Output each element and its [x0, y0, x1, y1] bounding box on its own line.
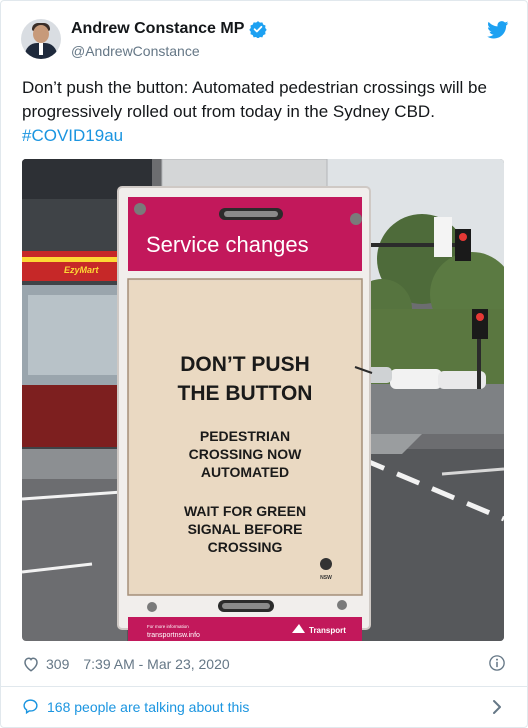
sign-instruction-2: SIGNAL BEFORE	[188, 521, 303, 537]
sign-notice-3: AUTOMATED	[201, 464, 289, 480]
sign-headline-1: DON’T PUSH	[180, 353, 310, 376]
author-name[interactable]: Andrew Constance MP	[71, 20, 244, 38]
sign-instruction-3: CROSSING	[208, 539, 283, 555]
sign-headline-2: THE BUTTON	[178, 382, 313, 405]
avatar[interactable]	[21, 19, 61, 59]
sign-instruction-1: WAIT FOR GREEN	[184, 503, 306, 519]
speech-bubble-icon	[23, 699, 38, 715]
store-sign: EzyMart	[64, 265, 100, 275]
sign-notice-1: PEDESTRIAN	[200, 428, 290, 444]
author-handle[interactable]: @AndrewConstance	[71, 43, 200, 59]
chevron-right-icon[interactable]	[491, 699, 503, 715]
sign-footer-url: transportnsw.info	[147, 632, 200, 639]
divider	[1, 686, 527, 687]
twitter-bird-icon[interactable]	[487, 21, 509, 39]
like-count[interactable]: 309	[46, 656, 69, 672]
tweet-body: Don’t push the button: Automated pedestr…	[22, 78, 487, 121]
verified-badge-icon	[249, 21, 268, 38]
tweet-card: Andrew Constance MP @AndrewConstance Don…	[0, 0, 528, 728]
sign-nsw-label: NSW	[320, 575, 332, 581]
tweet-text: Don’t push the button: Automated pedestr…	[22, 76, 512, 148]
sign-header: Service changes	[146, 232, 309, 257]
sign-notice-2: CROSSING NOW	[189, 446, 303, 462]
hashtag-link[interactable]: #COVID19au	[22, 126, 123, 145]
conversation-label[interactable]: 168 people are talking about this	[47, 699, 249, 715]
tweet-photo[interactable]: EzyMart Service changes DON’T PUSH THE B…	[22, 159, 504, 641]
conversation-link[interactable]: 168 people are talking about this	[22, 698, 249, 715]
timestamp[interactable]: 7:39 AM - Mar 23, 2020	[83, 656, 229, 672]
info-icon[interactable]	[488, 654, 506, 672]
author-name-row[interactable]: Andrew Constance MP	[71, 20, 268, 38]
heart-icon[interactable]	[22, 655, 40, 673]
sign-footer-brand: Transport	[309, 626, 346, 635]
tweet-meta: 309 7:39 AM - Mar 23, 2020	[22, 654, 506, 674]
sign-footer-small: For more information	[147, 624, 189, 629]
